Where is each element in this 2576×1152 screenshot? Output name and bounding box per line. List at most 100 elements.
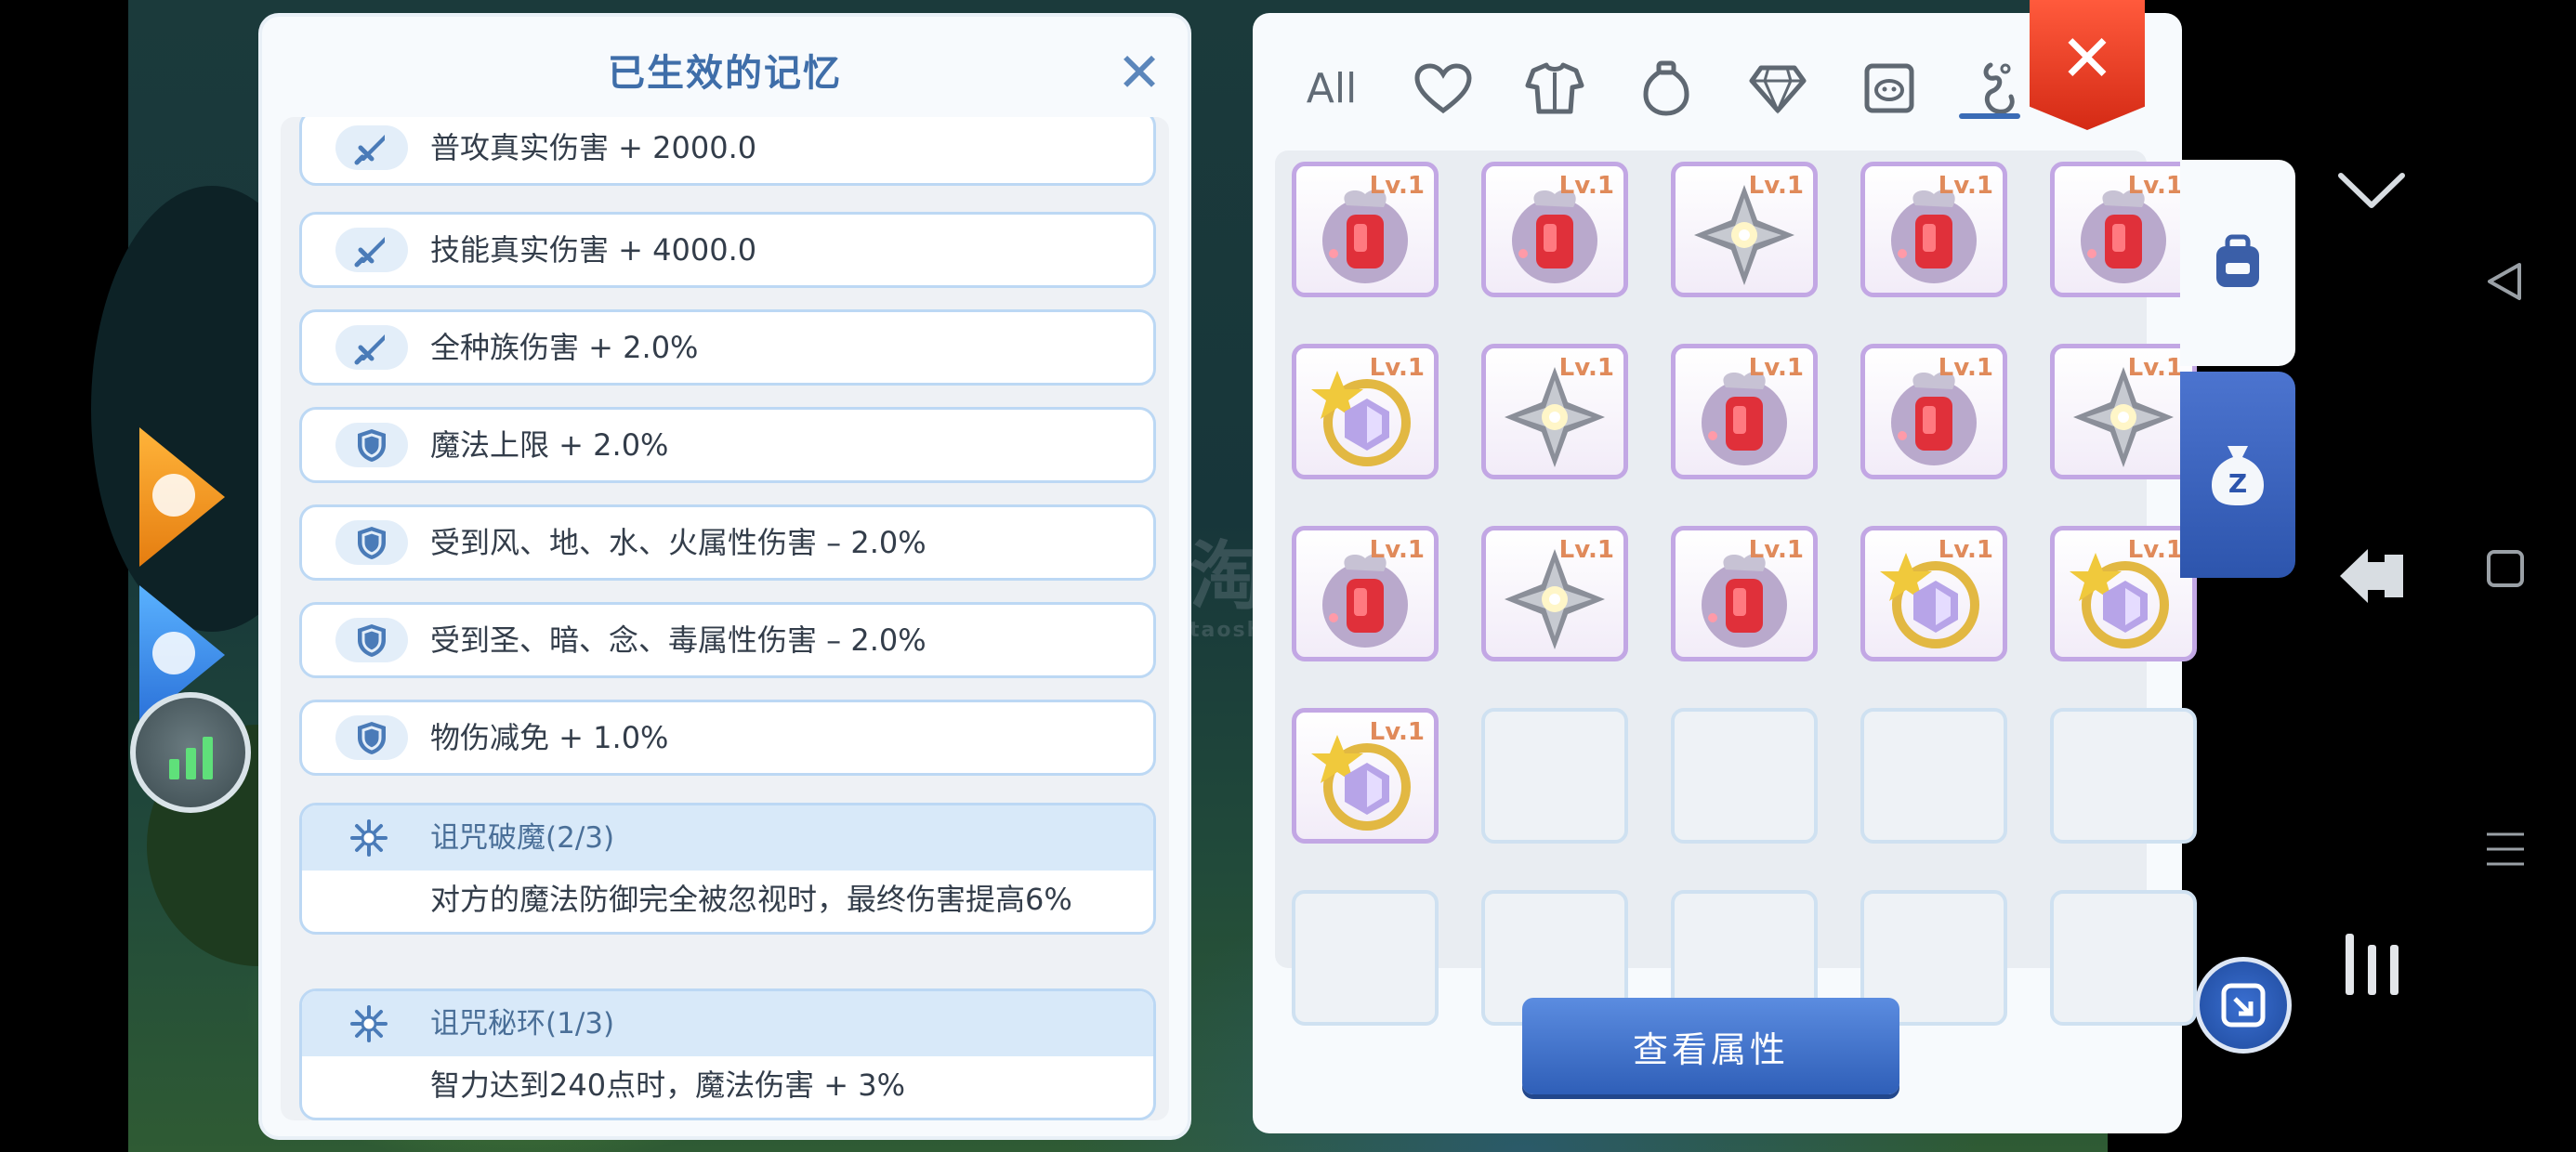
sword-icon (335, 228, 408, 272)
close-button[interactable]: ✕ (2030, 0, 2145, 130)
item-level: Lv.1 (1369, 718, 1425, 746)
memory-effect-row: 受到圣、暗、念、毒属性伤害 – 2.0% (299, 602, 1156, 678)
resize-icon (2221, 983, 2266, 1028)
inventory-slot-red-potion[interactable]: Lv.1 (1860, 162, 2007, 297)
shirt-icon (152, 474, 195, 517)
inventory-slot-gold-crystal[interactable]: Lv.1 (1292, 708, 1439, 844)
tab-gem[interactable] (1736, 46, 1820, 130)
tab-backpack[interactable] (2180, 160, 2295, 366)
shield-icon (335, 423, 408, 467)
inventory-slot-silver-crystal[interactable]: Lv.1 (1481, 344, 1628, 479)
person-icon (152, 632, 195, 674)
close-icon[interactable]: ✕ (1111, 45, 1167, 100)
item-level: Lv.1 (1938, 172, 1993, 200)
active-tab-indicator (1959, 113, 2020, 119)
item-level: Lv.1 (1748, 536, 1804, 564)
item-level: Lv.1 (1558, 536, 1614, 564)
memory-effect-text: 技能真实伤害 + 4000.0 (430, 232, 757, 268)
inventory-slot-silver-crystal[interactable]: Lv.1 (2050, 344, 2197, 479)
set-effect-desc: 对方的魔法防御完全被忽视时，最终伤害提高6% (430, 882, 1072, 917)
inventory-slot-red-potion[interactable]: Lv.1 (1671, 344, 1818, 479)
memory-effect-row: 魔法上限 + 2.0% (299, 407, 1156, 483)
inventory-slot-gold-crystal[interactable]: Lv.1 (1860, 526, 2007, 661)
resize-button[interactable] (2195, 957, 2292, 1054)
item-level: Lv.1 (2127, 354, 2183, 382)
inventory-slot-gold-crystal[interactable]: Lv.1 (2050, 526, 2197, 661)
home-square-icon[interactable] (2476, 543, 2535, 595)
inventory-slot-red-potion[interactable]: Lv.1 (2050, 162, 2197, 297)
pause-bars-icon[interactable] (2338, 929, 2407, 1000)
menu-lines-icon[interactable] (2476, 821, 2535, 877)
memory-effect-text: 受到风、地、水、火属性伤害 – 2.0% (430, 525, 927, 560)
view-attributes-button[interactable]: 查看属性 (1522, 998, 1899, 1094)
set-effect-name: 诅咒破魔(2/3) (430, 821, 615, 855)
inventory-slot-red-potion[interactable]: Lv.1 (1292, 526, 1439, 661)
set-effect-card: 诅咒秘环(1/3) 智力达到240点时，魔法伤害 + 3% (299, 988, 1156, 1120)
inventory-slot-empty[interactable] (2050, 708, 2197, 844)
memory-effect-text: 普攻真实伤害 + 2000.0 (430, 130, 757, 165)
item-level: Lv.1 (1748, 172, 1804, 200)
set-effect-name: 诅咒秘环(1/3) (430, 1007, 615, 1041)
item-level: Lv.1 (1369, 172, 1425, 200)
inventory-slot-empty[interactable] (1481, 708, 1628, 844)
set-effect-card: 诅咒破魔(2/3) 对方的魔法防御完全被忽视时，最终伤害提高6% (299, 803, 1156, 935)
inventory-slot-red-potion[interactable]: Lv.1 (1481, 162, 1628, 297)
item-level: Lv.1 (1938, 536, 1993, 564)
memory-effect-row: 全种族伤害 + 2.0% (299, 309, 1156, 386)
inventory-slot-red-potion[interactable]: Lv.1 (1860, 344, 2007, 479)
inventory-slot-silver-crystal[interactable]: Lv.1 (1481, 526, 1628, 661)
sword-icon (335, 325, 408, 370)
tab-card[interactable] (1847, 46, 1931, 130)
inventory-slot-gold-crystal[interactable]: Lv.1 (1292, 344, 1439, 479)
inventory-slot-red-potion[interactable]: Lv.1 (1671, 526, 1818, 661)
item-level: Lv.1 (2127, 536, 2183, 564)
backpack-icon (2216, 234, 2259, 287)
set-effect-desc: 智力达到240点时，魔法伤害 + 3% (430, 1067, 906, 1103)
gem-icon (1749, 65, 1807, 114)
sparkle-icon (341, 816, 397, 860)
inventory-slot-silver-crystal[interactable]: Lv.1 (1671, 162, 1818, 297)
tab-armor[interactable] (1513, 46, 1597, 130)
sword-icon (335, 125, 408, 170)
bar-chart-icon (168, 759, 179, 779)
item-level: Lv.1 (1558, 172, 1614, 200)
svg-text:Z: Z (2228, 468, 2247, 499)
inventory-slot-red-potion[interactable]: Lv.1 (1292, 162, 1439, 297)
exit-arrow-icon[interactable] (2334, 539, 2409, 613)
stats-button[interactable] (130, 692, 251, 813)
chevron-down-icon[interactable] (2334, 158, 2409, 223)
shield-icon (335, 520, 408, 565)
item-level: Lv.1 (1558, 354, 1614, 382)
memory-effects-list[interactable]: 普攻真实伤害 + 2000.0 技能真实伤害 + 4000.0 全种族伤害 + 2.… (281, 117, 1169, 1120)
memory-icon (1983, 62, 2015, 114)
tab-zeny-bag[interactable]: Z (2180, 372, 2295, 578)
item-level: Lv.1 (1369, 536, 1425, 564)
memory-effect-row: 技能真实伤害 + 4000.0 (299, 212, 1156, 288)
item-level: Lv.1 (1938, 354, 1993, 382)
item-level: Lv.1 (2127, 172, 2183, 200)
tab-all[interactable]: All (1290, 46, 1373, 130)
heart-icon (1414, 63, 1472, 114)
card-icon (1864, 63, 1914, 113)
sparkle-icon (341, 1001, 397, 1046)
inventory-slot-empty[interactable] (1671, 708, 1818, 844)
zeny-bag-icon: Z (2211, 446, 2265, 505)
inventory-grid: Lv.1 Lv.1 Lv.1 Lv.1 Lv.1 Lv.1 Lv.1 Lv.1 Lv.1 Lv.1… (1275, 151, 2197, 1026)
bag-panel: All ✕ Lv.1 Lv.1 Lv.1 Lv.1 Lv.1 Lv.1 Lv.1 Lv.1 Lv… (1253, 0, 2197, 1133)
close-x-icon: ✕ (2059, 20, 2115, 97)
tab-heart[interactable] (1401, 46, 1485, 130)
memory-effect-text: 魔法上限 + 2.0% (430, 427, 669, 463)
view-attributes-label: 查看属性 (1632, 1028, 1789, 1070)
inventory-slot-empty[interactable] (1292, 890, 1439, 1026)
back-triangle-icon[interactable] (2472, 258, 2537, 305)
memory-effect-row: 普攻真实伤害 + 2000.0 (299, 117, 1156, 186)
inventory-slot-empty[interactable] (2050, 890, 2197, 1026)
item-level: Lv.1 (1369, 354, 1425, 382)
memory-effect-text: 受到圣、暗、念、毒属性伤害 – 2.0% (430, 622, 927, 658)
memory-effect-row: 物伤减免 + 1.0% (299, 700, 1156, 776)
tab-potion[interactable] (1624, 46, 1708, 130)
inventory-slot-empty[interactable] (1860, 708, 2007, 844)
memory-effect-text: 全种族伤害 + 2.0% (430, 330, 699, 365)
potion-icon (1643, 60, 1689, 116)
memory-panel-title: 已生效的记忆 (608, 52, 842, 95)
